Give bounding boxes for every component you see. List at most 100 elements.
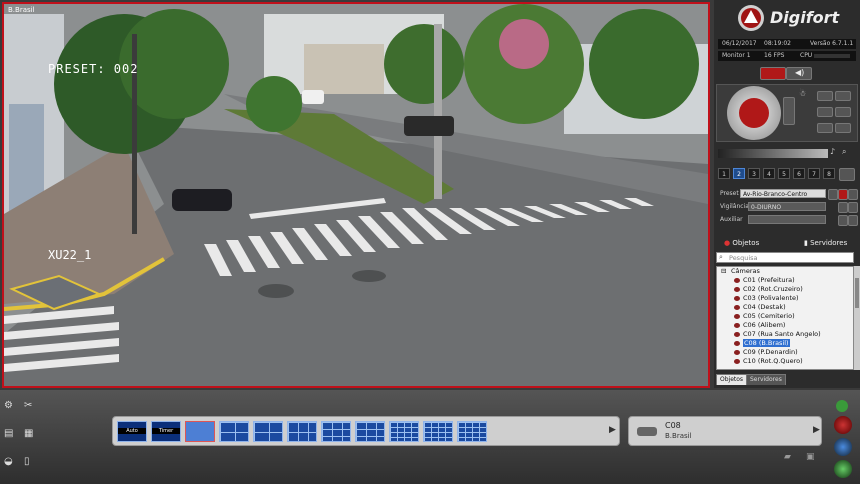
- preset-save-button[interactable]: [838, 189, 848, 200]
- layout-1p12-button[interactable]: [423, 421, 453, 442]
- tab-objetos[interactable]: Objetos: [716, 374, 748, 385]
- person-icon[interactable]: ☃: [799, 89, 806, 98]
- grid-icon[interactable]: ▦: [24, 428, 33, 439]
- layout-timer-button[interactable]: Timer: [151, 421, 181, 442]
- record-button[interactable]: [760, 67, 786, 80]
- iris-minus-button[interactable]: [817, 107, 833, 117]
- status-bar-1: 06/12/2017 08:19:02 Versão 6.7.1.1: [718, 39, 856, 49]
- preset-num-6[interactable]: 6: [793, 168, 805, 179]
- preset-num-5[interactable]: 5: [778, 168, 790, 179]
- layout-3x3-button[interactable]: [321, 421, 351, 442]
- layout-2x2-button[interactable]: [219, 421, 249, 442]
- search-placeholder: Pesquisa: [729, 254, 758, 262]
- layout-selector: Auto Timer ▶: [112, 416, 620, 446]
- video-viewport[interactable]: B.Brasil PRESET: 002 XU22_1: [2, 2, 710, 388]
- refresh-button[interactable]: [835, 123, 851, 133]
- eraser-icon[interactable]: ◒: [4, 456, 13, 467]
- tree-root-label: Câmeras: [731, 267, 760, 275]
- camera-item-label: C07 (Rua Santo Angelo): [743, 330, 821, 338]
- mic-icon[interactable]: ♪: [830, 147, 835, 156]
- home-button[interactable]: [817, 123, 833, 133]
- tree-root-cameras[interactable]: ⊟ Câmeras: [717, 267, 853, 276]
- camera-item-label: C02 (Rot.Cruzeiro): [743, 285, 803, 293]
- camera-item[interactable]: C10 (Rot.Q.Quero): [717, 357, 853, 366]
- camera-item[interactable]: C08 (B.Brasil): [717, 339, 853, 348]
- collapse-icon[interactable]: ⊟: [721, 267, 726, 276]
- zoom-control[interactable]: [783, 97, 795, 125]
- exit-icon[interactable]: [834, 460, 852, 478]
- objetos-header[interactable]: ● Objetos: [724, 239, 759, 247]
- camera-item[interactable]: C06 (Alibem): [717, 321, 853, 330]
- auxiliar-off-button[interactable]: [848, 215, 858, 226]
- connection-status-icon[interactable]: [836, 400, 848, 412]
- camera-item-label: C03 (Polivalente): [743, 294, 799, 302]
- camera-status-icon: [734, 278, 740, 283]
- film-icon[interactable]: ▤: [4, 428, 13, 439]
- preset-num-2[interactable]: 2: [733, 168, 745, 179]
- tools-icon[interactable]: ✂: [24, 400, 32, 411]
- search-icon[interactable]: ⌕: [842, 147, 846, 157]
- layout-1p5-button[interactable]: [287, 421, 317, 442]
- iris-plus-button[interactable]: [835, 107, 851, 117]
- camera-status-icon: [734, 305, 740, 310]
- search-input[interactable]: ⌕ Pesquisa: [716, 252, 854, 263]
- camera-list: C01 (Prefeitura) C02 (Rot.Cruzeiro) C03 (P…: [717, 276, 853, 366]
- layout-4x4-button[interactable]: [457, 421, 487, 442]
- preset-delete-button[interactable]: [848, 189, 858, 200]
- preset-go-button[interactable]: [828, 189, 838, 200]
- focus-plus-button[interactable]: [835, 91, 851, 101]
- active-camera-name: B.Brasil: [665, 432, 692, 440]
- status-bar-2: Monitor 1 16 FPS CPU: [718, 51, 856, 61]
- vigilancia-select[interactable]: 0-DIURNO: [748, 202, 826, 211]
- tab-servidores[interactable]: Servidores: [746, 374, 786, 385]
- next-presets-button[interactable]: [839, 168, 855, 181]
- video-title: B.Brasil: [8, 6, 35, 14]
- audio-button[interactable]: ◀): [786, 67, 812, 80]
- auxiliar-select[interactable]: [748, 215, 826, 224]
- preset-num-1[interactable]: 1: [718, 168, 730, 179]
- layout-1x1-button[interactable]: [185, 421, 215, 442]
- digifort-logo-icon: [736, 4, 766, 32]
- preset-num-4[interactable]: 4: [763, 168, 775, 179]
- vigilancia-play-button[interactable]: [838, 202, 848, 213]
- servidores-header-label: Servidores: [810, 239, 848, 247]
- camera-item[interactable]: C05 (Cemiterio): [717, 312, 853, 321]
- settings-icon[interactable]: ⚙: [4, 400, 13, 411]
- layout-1p3-button[interactable]: [253, 421, 283, 442]
- camera-item[interactable]: C09 (P.Denardin): [717, 348, 853, 357]
- preset-num-8[interactable]: 8: [823, 168, 835, 179]
- ptz-joystick[interactable]: [727, 86, 781, 140]
- camera-scroll-right-icon[interactable]: ▶: [813, 425, 820, 435]
- preset-num-3[interactable]: 3: [748, 168, 760, 179]
- ptz-center[interactable]: [739, 98, 769, 128]
- layout-scroll-right-icon[interactable]: ▶: [609, 425, 616, 435]
- auxiliar-on-button[interactable]: [838, 215, 848, 226]
- camera-item[interactable]: C01 (Prefeitura): [717, 276, 853, 285]
- preset-select[interactable]: Av-Rio-Branco-Centro: [740, 189, 826, 198]
- camera-status-icon: [734, 341, 740, 346]
- servidores-header[interactable]: ▮ Servidores: [804, 239, 847, 247]
- globe-icon[interactable]: [834, 438, 852, 456]
- speaker-icon: ◀): [795, 68, 805, 77]
- folder-icon[interactable]: ▰: [784, 452, 791, 462]
- camera-item[interactable]: C02 (Rot.Cruzeiro): [717, 285, 853, 294]
- camera-item[interactable]: C07 (Rua Santo Angelo): [717, 330, 853, 339]
- speed-slider[interactable]: [718, 149, 828, 158]
- vigilancia-stop-button[interactable]: [848, 202, 858, 213]
- export-icon[interactable]: ▣: [806, 452, 815, 462]
- server-icon: ▮: [804, 239, 808, 247]
- layout-timer-label: Timer: [152, 428, 180, 434]
- tree-scrollbar-thumb[interactable]: [855, 278, 859, 308]
- focus-minus-button[interactable]: [817, 91, 833, 101]
- preset-num-7[interactable]: 7: [808, 168, 820, 179]
- layout-1p8-button[interactable]: [355, 421, 385, 442]
- active-camera-code: C08: [665, 421, 681, 430]
- layout-2p8-button[interactable]: [389, 421, 419, 442]
- camera-item[interactable]: C03 (Polivalente): [717, 294, 853, 303]
- layout-auto-button[interactable]: Auto: [117, 421, 147, 442]
- document-icon[interactable]: ▯: [24, 456, 30, 467]
- objetos-header-label: Objetos: [732, 239, 760, 247]
- camera-item[interactable]: C04 (Destak): [717, 303, 853, 312]
- tree-scrollbar[interactable]: [854, 266, 860, 370]
- stop-icon[interactable]: [834, 416, 852, 434]
